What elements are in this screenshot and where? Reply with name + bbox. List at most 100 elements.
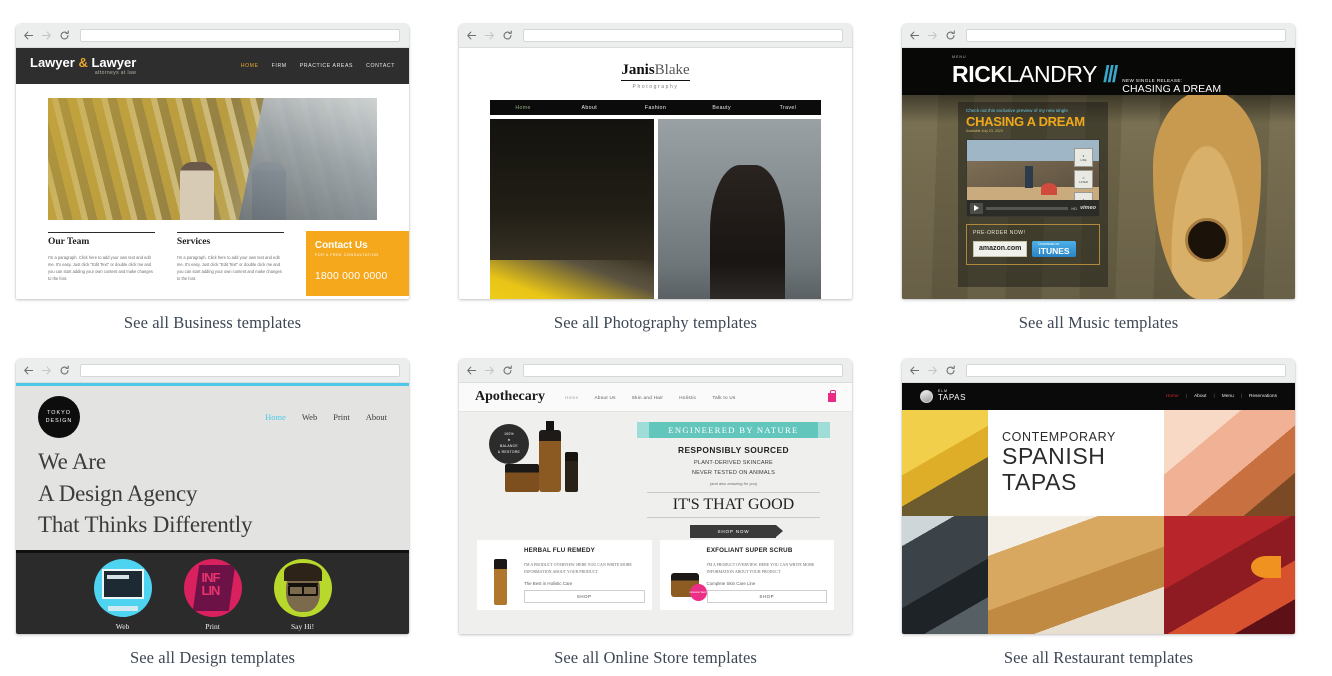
nav-item-firm[interactable]: FIRM [272,63,287,69]
video-like-button[interactable]: ♥ LIKE [1074,148,1093,167]
forward-arrow-icon[interactable] [41,365,52,376]
promo-panel: Check out this exclusive preview of my n… [958,102,1108,287]
site-logo: ELM TAPAS [938,389,966,403]
back-arrow-icon[interactable] [909,30,920,41]
video-player[interactable]: ♥LIKE ⏱LATER ➤SHARE HD vimeo [966,139,1100,217]
play-button[interactable] [970,202,983,214]
shop-now-button[interactable]: SHOP NOW [690,525,784,538]
reload-icon[interactable] [502,30,513,41]
back-arrow-icon[interactable] [23,365,34,376]
nav-divider: | [1213,394,1215,399]
browser-chrome [16,359,409,383]
column-our-team: Our Team I'm a paragraph. Click here to … [48,232,155,296]
card-caption-photography[interactable]: See all Photography templates [459,299,852,333]
nav-item-talk-to-us[interactable]: Talk to Us [712,395,735,400]
template-preview-design: TOKYO DESIGN Home Web Print About We Are… [16,383,409,634]
promo-date: Available July 23, 2023 [966,129,1003,133]
template-card-design[interactable]: TOKYO DESIGN Home Web Print About We Are… [16,359,409,668]
template-card-photography[interactable]: JanisBlake Photography Home About Fashio… [459,24,852,333]
forward-arrow-icon[interactable] [484,365,495,376]
card-caption-music[interactable]: See all Music templates [902,299,1295,333]
nav-item-home[interactable]: HOME [241,63,259,69]
category-tile-web[interactable]: Web [93,559,152,631]
card-caption-business[interactable]: See all Business templates [16,299,409,333]
nav-item-fashion[interactable]: Fashion [622,105,688,111]
browser-chrome [459,359,852,383]
url-bar[interactable] [523,364,843,377]
category-tile-say-hi[interactable]: Say Hi! [273,559,332,631]
logo-ampersand: & [78,55,88,71]
template-card-music[interactable]: MENU RICKLANDRY /// NEW SINGLE RELEASE: … [902,24,1295,333]
contact-panel[interactable]: Contact Us FOR A FREE CONSULTATION 1800 … [305,231,409,296]
nav-item-menu[interactable]: Menu [1222,394,1234,399]
nav-item-print[interactable]: Print [333,412,350,422]
reload-icon[interactable] [502,365,513,376]
site-nav: Lawyer & Lawyer attorneys at law HOME FI… [16,48,409,84]
subtext-line-2: NEVER TESTED ON ANIMALS [691,469,776,476]
nav-item-practice-areas[interactable]: PRACTICE AREAS [300,63,353,69]
card-caption-store[interactable]: See all Online Store templates [459,634,852,668]
reload-icon[interactable] [59,365,70,376]
video-controls[interactable]: HD vimeo [967,200,1099,216]
product-title: EXFOLIANT SUPER SCRUB [706,547,793,554]
browser-frame: Lawyer & Lawyer attorneys at law HOME FI… [16,24,409,299]
url-bar[interactable] [523,29,843,42]
reload-icon[interactable] [945,365,956,376]
nav-item-holistic[interactable]: Holistic [679,395,696,400]
url-bar[interactable] [80,364,400,377]
product-shop-button[interactable]: SHOP [524,589,645,603]
nav-item-about-us[interactable]: About Us [594,395,615,400]
nav-item-skin-and-hair[interactable]: Skin and Hair [632,395,663,400]
template-card-store[interactable]: Apothecary Home About Us Skin and Hair H… [459,359,852,668]
browser-chrome [902,359,1295,383]
template-card-restaurant[interactable]: ELM TAPAS Home | About | Menu | Reservat… [902,359,1295,668]
nav-item-home[interactable]: Home [565,395,578,400]
url-bar[interactable] [966,364,1286,377]
product-card-herbal-flu-remedy[interactable]: HERBAL FLU REMEDY I'M A PRODUCT OVERVIEW… [477,540,652,610]
video-progress-bar[interactable] [986,206,1069,210]
nav-item-home[interactable]: Home [1166,394,1179,399]
site-header: MENU RICKLANDRY /// NEW SINGLE RELEASE: … [902,48,1295,95]
url-bar[interactable] [80,29,400,42]
forward-arrow-icon[interactable] [41,30,52,41]
back-arrow-icon[interactable] [23,30,34,41]
amazon-button[interactable]: amazon.com [973,241,1028,258]
reload-icon[interactable] [59,30,70,41]
reload-icon[interactable] [945,30,956,41]
nav-item-web[interactable]: Web [302,412,317,422]
nav-item-beauty[interactable]: Beauty [689,105,755,111]
video-hd-label[interactable]: HD [1071,206,1077,211]
nav-item-home[interactable]: Home [490,105,556,111]
forward-arrow-icon[interactable] [927,365,938,376]
card-caption-design[interactable]: See all Design templates [16,634,409,668]
nav-item-contact[interactable]: CONTACT [366,63,395,69]
category-tile-print[interactable]: INF LIN Print [183,559,242,631]
nav-item-about[interactable]: About [556,105,622,111]
product-card-exfoliant-super-scrub[interactable]: customer fave! EXFOLIANT SUPER SCRUB I'M… [659,540,834,610]
vimeo-logo[interactable]: vimeo [1080,205,1096,211]
template-card-business[interactable]: Lawyer & Lawyer attorneys at law HOME FI… [16,24,409,333]
nav-item-reservations[interactable]: Reservations [1249,394,1277,399]
site-logo: JanisBlake Photography [459,48,852,94]
column-body: I'm a paragraph. Click here to add your … [48,255,153,282]
itunes-button[interactable]: Download on iTUNES [1032,241,1076,258]
video-later-button[interactable]: ⏱ LATER [1074,170,1093,189]
back-arrow-icon[interactable] [909,365,920,376]
nav-item-home[interactable]: Home [265,412,286,422]
nav-item-travel[interactable]: Travel [755,105,821,111]
shopping-bag-icon[interactable] [828,389,836,402]
column-title: Our Team [48,237,90,247]
back-arrow-icon[interactable] [466,365,477,376]
nav-item-about[interactable]: About [366,412,387,422]
column-services: Services I'm a paragraph. Click here to … [176,232,284,296]
product-shop-button[interactable]: SHOP [706,589,827,603]
browser-frame: MENU RICKLANDRY /// NEW SINGLE RELEASE: … [902,24,1295,299]
forward-arrow-icon[interactable] [484,30,495,41]
headline-line-3: That Thinks Differently [38,512,253,538]
nav-item-about[interactable]: About [1194,394,1207,399]
url-bar[interactable] [966,29,1286,42]
menu-label[interactable]: MENU [952,48,1295,59]
forward-arrow-icon[interactable] [927,30,938,41]
card-caption-restaurant[interactable]: See all Restaurant templates [902,634,1295,668]
back-arrow-icon[interactable] [466,30,477,41]
